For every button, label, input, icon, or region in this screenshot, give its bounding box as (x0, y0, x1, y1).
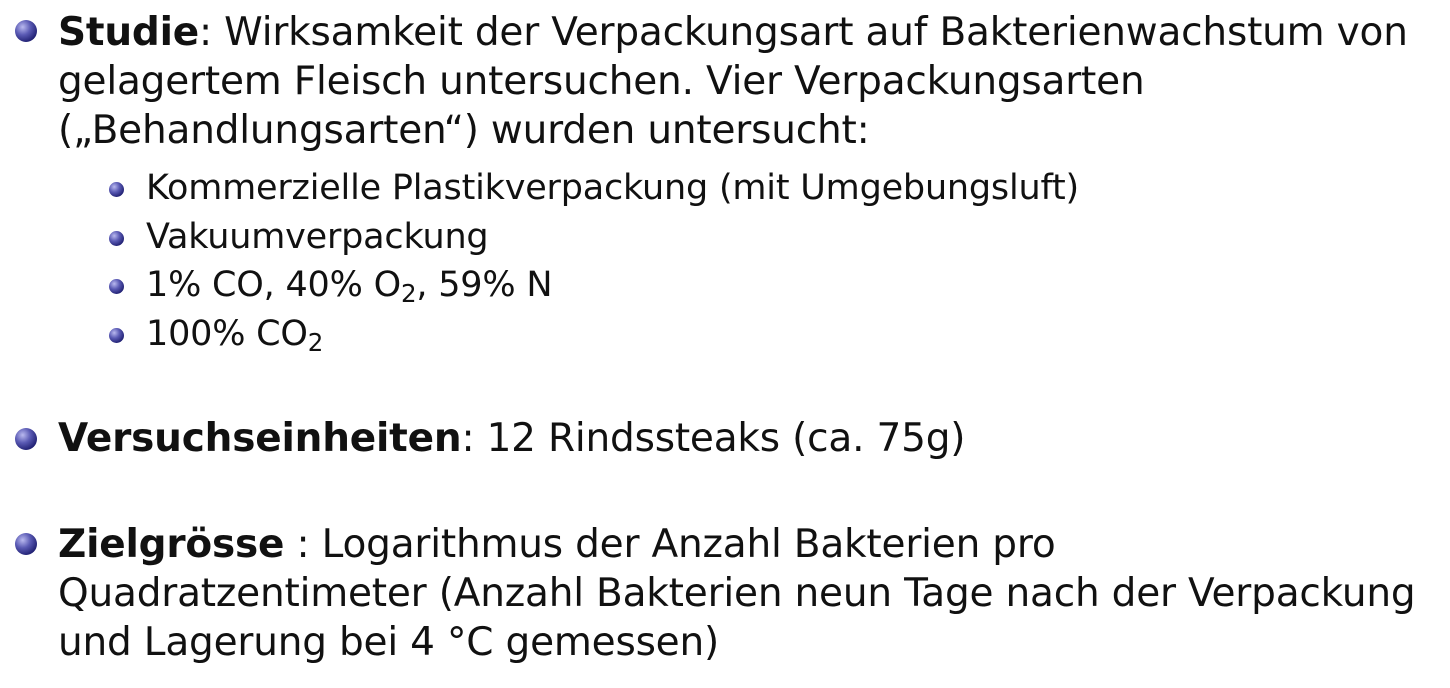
sub-bullet-marker (109, 182, 124, 197)
bullet-versuchseinheiten: Versuchseinheiten: 12 Rindssteaks (ca. 7… (58, 414, 1432, 463)
sub-item-part: , 59% N (416, 265, 553, 305)
subscript: 2 (400, 279, 417, 309)
sub-bullet-marker (109, 279, 124, 294)
bullet-label: Zielgrösse (58, 522, 285, 567)
bullet-zielgroesse: Zielgrösse : Logarithmus der Anzahl Bakt… (58, 520, 1432, 667)
slide: Studie: Wirksamkeit der Verpackungsart a… (0, 0, 1450, 688)
sub-item: 100% CO2 (146, 310, 1432, 359)
sub-item: 1% CO, 40% O2, 59% N (146, 261, 1432, 310)
sub-item-part: 1% CO, 40% O (146, 265, 401, 305)
sub-item: Kommerzielle Plastikverpackung (mit Umge… (146, 168, 1079, 208)
bullet-marker (15, 428, 37, 450)
bullet-label: Studie (58, 10, 200, 55)
sub-bullet-marker (109, 328, 124, 343)
sub-bullet-marker (109, 231, 124, 246)
bullet-studie: Studie: Wirksamkeit der Verpackungsart a… (58, 8, 1432, 155)
subscript: 2 (307, 328, 324, 358)
sub-item: Vakuumverpackung (146, 217, 489, 257)
bullet-marker (15, 533, 37, 555)
bullet-label: Versuchseinheiten (58, 416, 462, 461)
bullet-marker (15, 20, 37, 42)
sub-item-part: 100% CO (146, 314, 308, 354)
bullet-text: : 12 Rindssteaks (ca. 75g) (461, 416, 966, 461)
bullet-text: : Wirksamkeit der Verpackungsart auf Bak… (58, 10, 1408, 153)
